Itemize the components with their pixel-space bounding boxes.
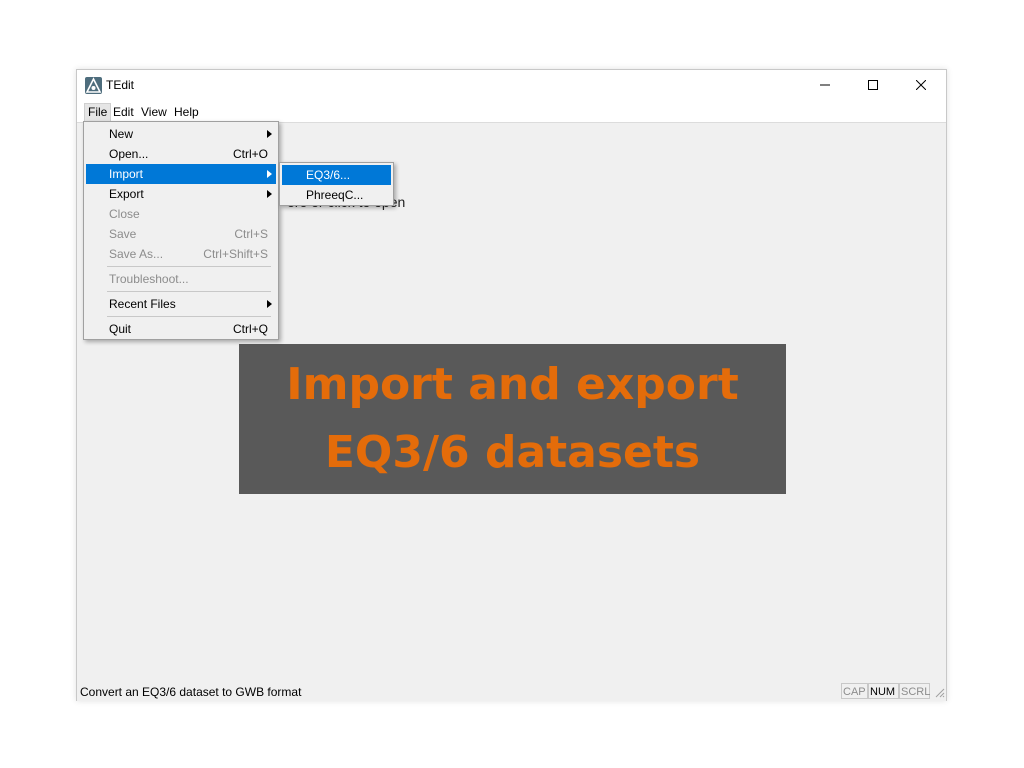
menu-item-new[interactable]: New — [86, 124, 276, 144]
menu-item-save-as-label: Save As... — [109, 247, 164, 261]
menu-item-new-label: New — [109, 127, 134, 141]
close-button[interactable] — [898, 70, 944, 100]
file-menu-dropdown: New Open... Ctrl+O Import Export Close S… — [83, 121, 279, 340]
tedit-app-icon[interactable] — [85, 77, 102, 94]
menu-file[interactable]: File — [84, 103, 112, 122]
close-icon — [916, 80, 926, 90]
scroll-lock-indicator: SCRL — [899, 683, 930, 699]
window-title: TEdit — [106, 78, 135, 92]
submenu-arrow-icon — [267, 130, 272, 138]
menu-item-save-label: Save — [109, 227, 137, 241]
menu-separator — [107, 266, 271, 267]
menu-bar: File Edit View Help — [77, 102, 946, 123]
maximize-icon — [868, 80, 878, 90]
menu-item-save-as-shortcut: Ctrl+Shift+S — [203, 247, 268, 261]
menu-separator — [107, 291, 271, 292]
title-bar[interactable]: TEdit — [77, 70, 946, 102]
menu-item-quit-label: Quit — [109, 322, 132, 336]
menu-item-recent-files[interactable]: Recent Files — [86, 294, 276, 314]
maximize-button[interactable] — [850, 70, 896, 100]
menu-item-troubleshoot-label: Troubleshoot... — [109, 272, 189, 286]
menu-item-open[interactable]: Open... Ctrl+O — [86, 144, 276, 164]
submenu-arrow-icon — [267, 190, 272, 198]
cap-lock-indicator: CAP — [841, 683, 868, 699]
import-submenu: EQ3/6... PhreeqC... — [279, 162, 394, 206]
caption-line-2: EQ3/6 datasets — [324, 427, 701, 478]
menu-item-save: Save Ctrl+S — [86, 224, 276, 244]
submenu-arrow-icon — [267, 170, 272, 178]
menu-item-export-label: Export — [109, 187, 144, 201]
minimize-button[interactable] — [802, 70, 848, 100]
menu-item-troubleshoot: Troubleshoot... — [86, 269, 276, 289]
menu-item-quit[interactable]: Quit Ctrl+Q — [86, 319, 276, 339]
caption-line-1: Import and export — [286, 359, 739, 410]
menu-item-open-shortcut: Ctrl+O — [232, 147, 268, 161]
menu-view[interactable]: View — [138, 104, 170, 121]
menu-item-export[interactable]: Export — [86, 184, 276, 204]
num-lock-indicator: NUM — [868, 683, 899, 699]
submenu-item-phreeqc[interactable]: PhreeqC... — [282, 185, 391, 205]
tedit-window: TEdit File Edit View Help ere or click t… — [76, 69, 947, 701]
resize-grip-icon[interactable] — [933, 686, 945, 698]
minimize-icon — [820, 84, 830, 86]
menu-edit[interactable]: Edit — [110, 104, 137, 121]
menu-help[interactable]: Help — [171, 104, 202, 121]
menu-separator — [107, 316, 271, 317]
menu-item-close-label: Close — [109, 207, 140, 221]
menu-item-save-shortcut: Ctrl+S — [234, 227, 268, 241]
menu-item-close: Close — [86, 204, 276, 224]
submenu-item-eq36[interactable]: EQ3/6... — [282, 165, 391, 185]
menu-item-save-as: Save As... Ctrl+Shift+S — [86, 244, 276, 264]
menu-item-recent-files-label: Recent Files — [109, 297, 176, 311]
caption-banner: Import and export EQ3/6 datasets — [239, 344, 786, 494]
menu-item-import-label: Import — [109, 167, 144, 181]
status-message: Convert an EQ3/6 dataset to GWB format — [80, 685, 302, 699]
menu-item-quit-shortcut: Ctrl+Q — [232, 322, 268, 336]
submenu-item-eq36-label: EQ3/6... — [306, 168, 351, 182]
status-bar: Convert an EQ3/6 dataset to GWB format C… — [77, 680, 946, 701]
menu-item-import[interactable]: Import — [86, 164, 276, 184]
submenu-item-phreeqc-label: PhreeqC... — [306, 188, 364, 202]
submenu-arrow-icon — [267, 300, 272, 308]
menu-item-open-label: Open... — [109, 147, 149, 161]
